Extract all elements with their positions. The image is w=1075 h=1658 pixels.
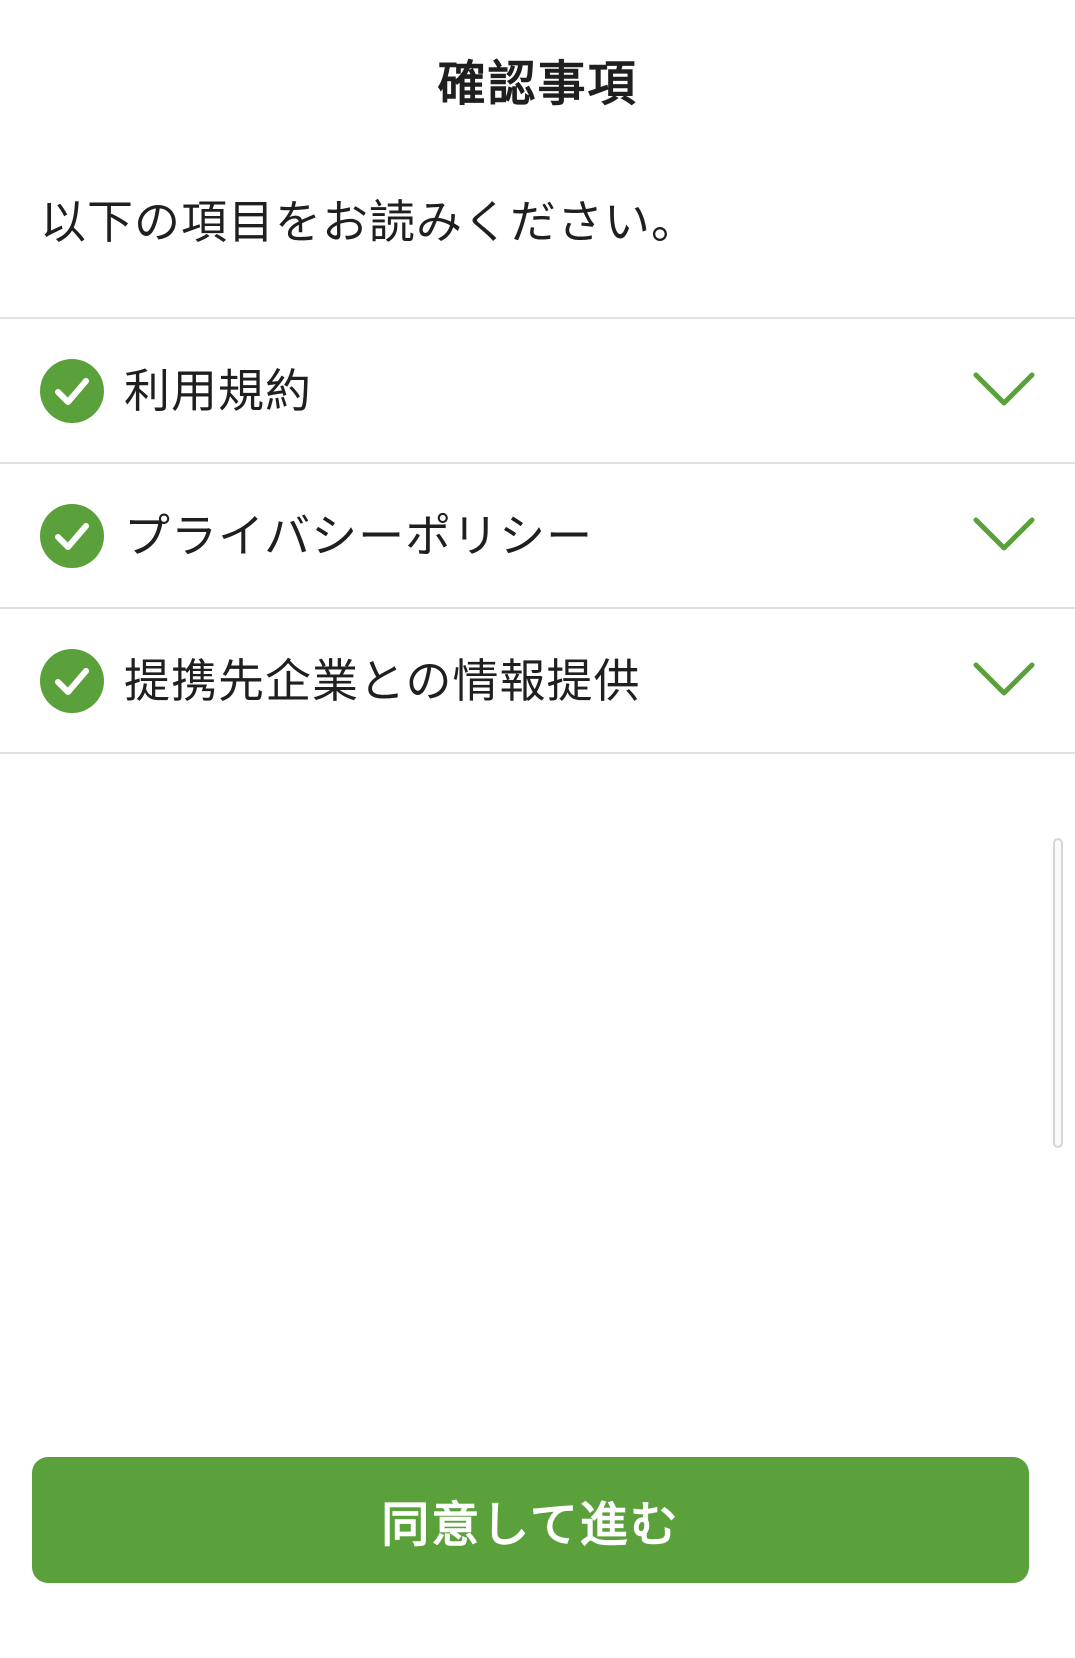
chevron-down-icon[interactable] bbox=[973, 369, 1035, 411]
agreement-item-partner-info[interactable]: 提携先企業との情報提供 bbox=[0, 609, 1075, 754]
agreement-item-privacy-policy[interactable]: プライバシーポリシー bbox=[0, 464, 1075, 609]
intro-text: 以下の項目をお読みください。 bbox=[40, 195, 698, 249]
scrollbar[interactable] bbox=[1053, 838, 1063, 1148]
check-circle-icon bbox=[40, 649, 104, 713]
chevron-down-icon[interactable] bbox=[973, 659, 1035, 701]
agree-and-continue-button[interactable]: 同意して進む bbox=[32, 1457, 1029, 1583]
agreement-item-label: 利用規約 bbox=[124, 364, 312, 418]
check-circle-icon bbox=[40, 359, 104, 423]
agreement-item-terms[interactable]: 利用規約 bbox=[0, 319, 1075, 464]
agreement-item-label: プライバシーポリシー bbox=[124, 509, 594, 563]
agreement-list: 利用規約 プライバシーポリシー 提携先企業との情報提供 bbox=[0, 317, 1075, 754]
check-circle-icon bbox=[40, 504, 104, 568]
chevron-down-icon[interactable] bbox=[973, 514, 1035, 556]
page-title: 確認事項 bbox=[437, 56, 638, 112]
agreement-item-label: 提携先企業との情報提供 bbox=[124, 654, 641, 708]
